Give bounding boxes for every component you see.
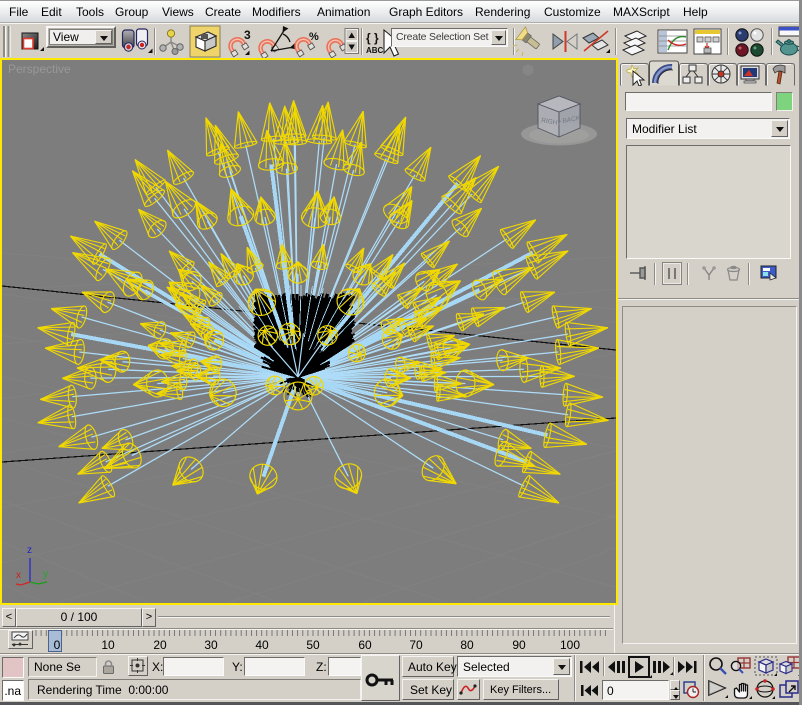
svg-text:%: %	[309, 31, 319, 43]
svg-text:x: x	[16, 570, 21, 581]
svg-text:z: z	[27, 545, 32, 556]
svg-text:3: 3	[244, 28, 251, 42]
svg-text:y: y	[43, 569, 48, 580]
svg-text:{ }: { }	[366, 31, 379, 45]
svg-text:ABC: ABC	[366, 46, 384, 55]
